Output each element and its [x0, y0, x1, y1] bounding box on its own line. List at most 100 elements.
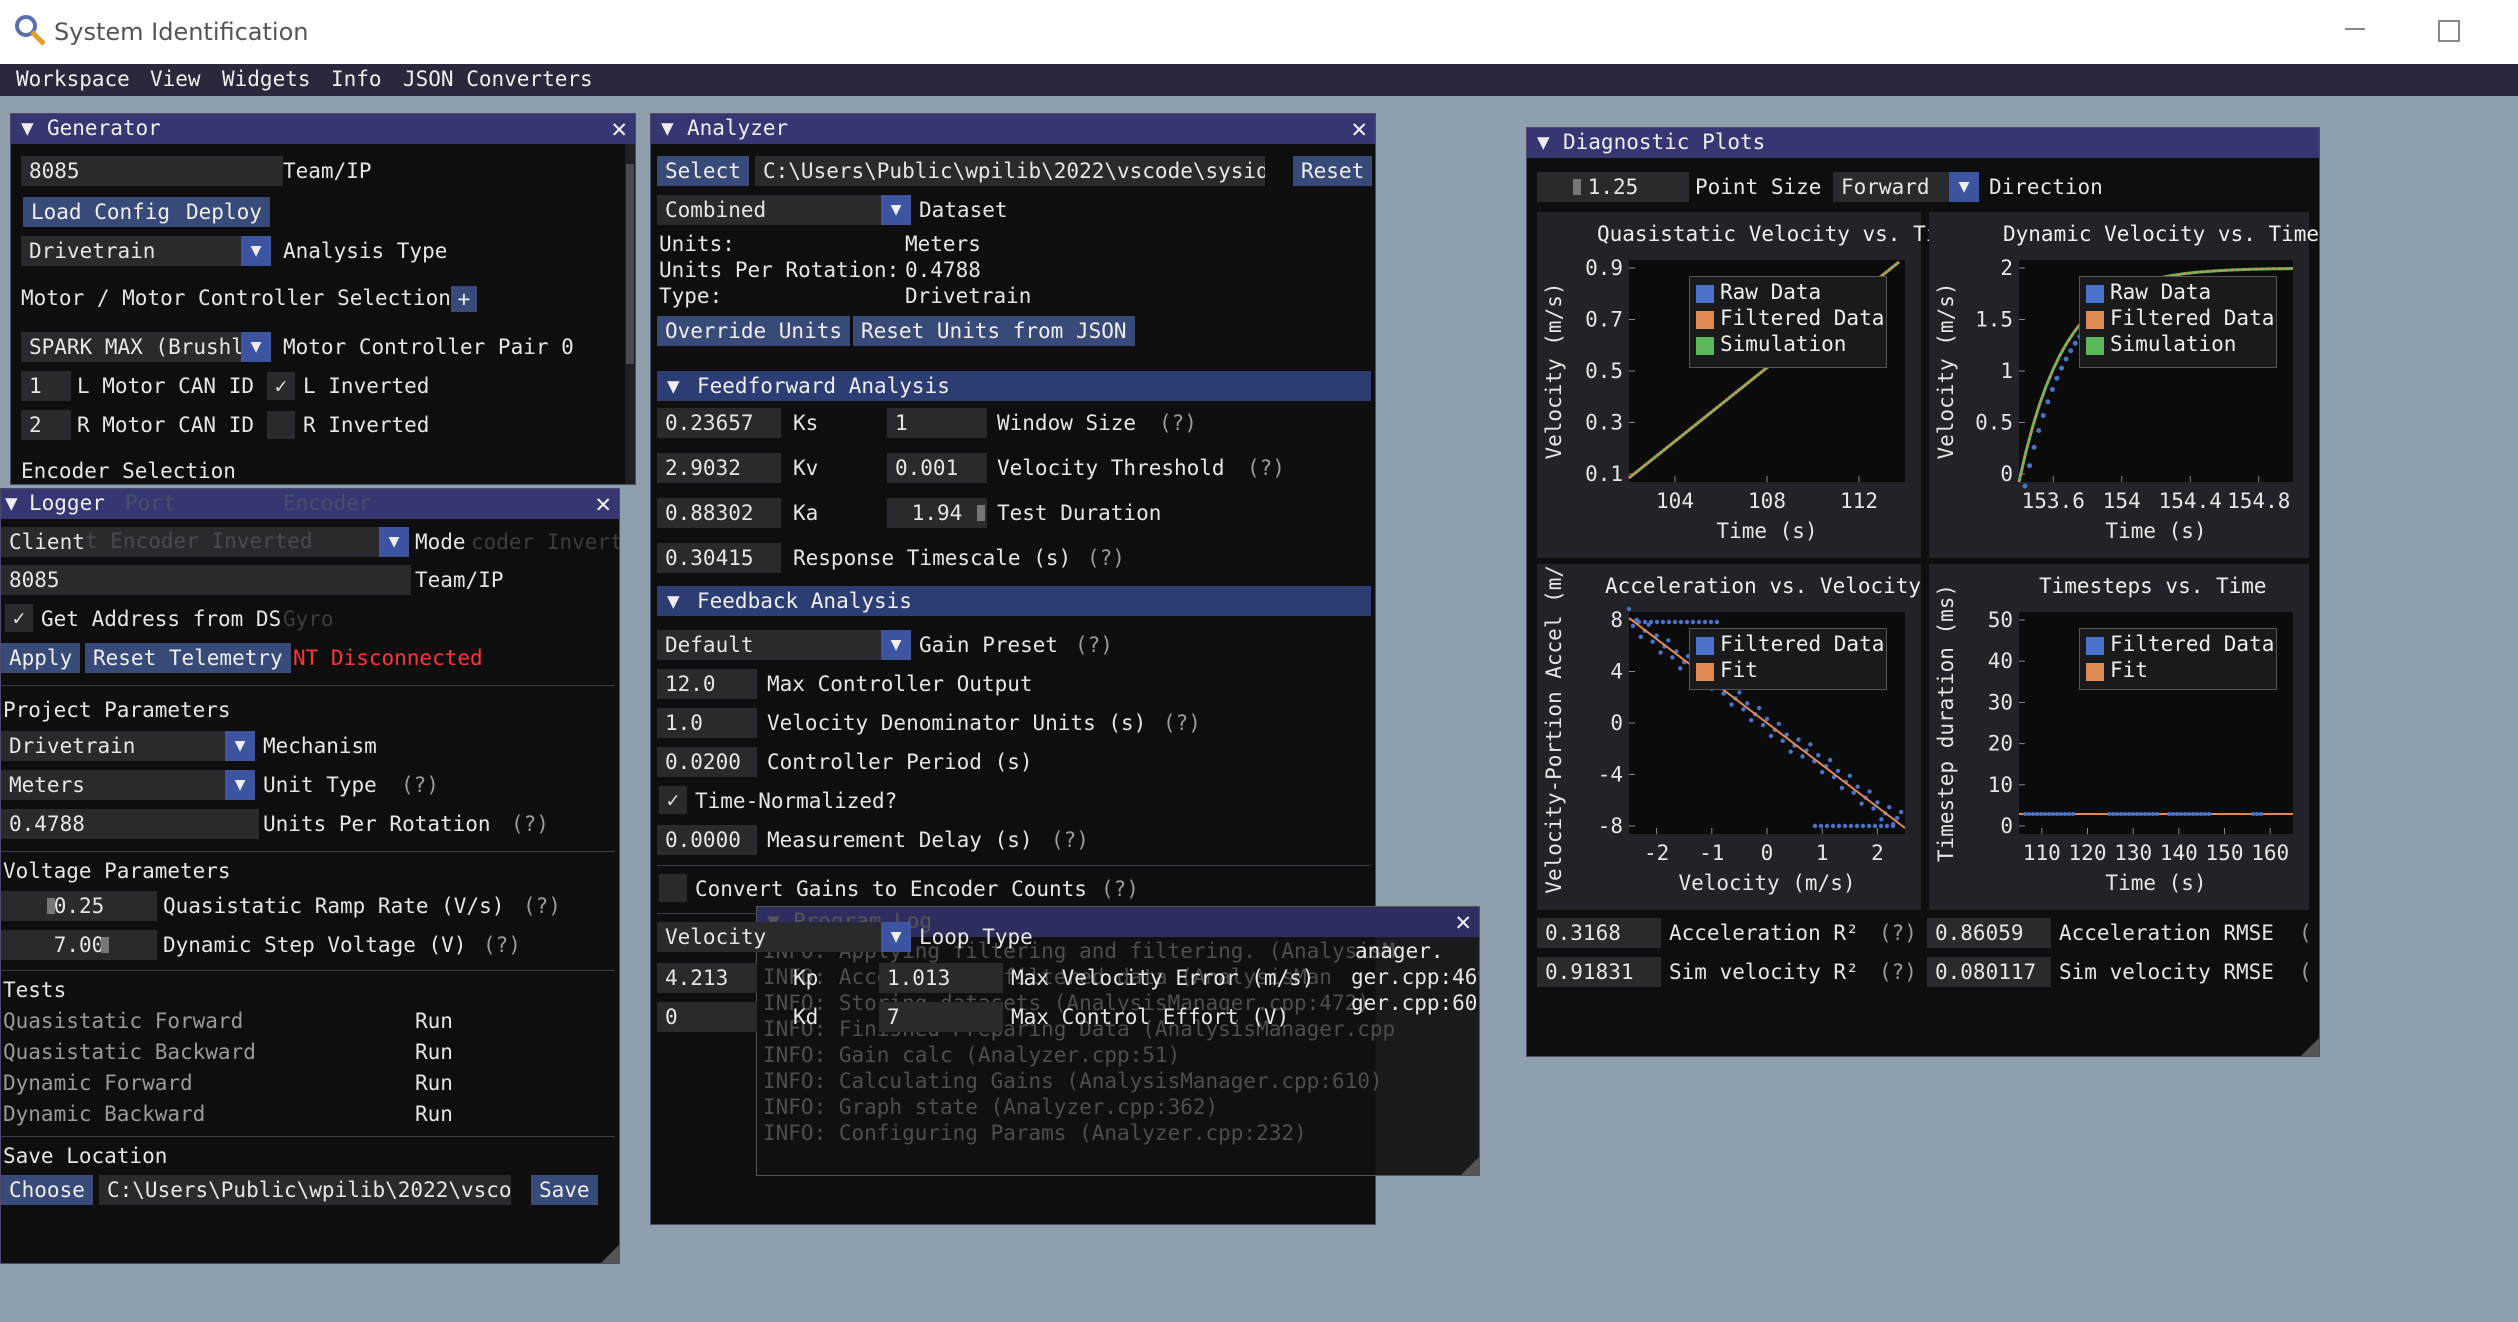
- kv-value[interactable]: 2.9032: [657, 453, 781, 483]
- menu-json-converters[interactable]: JSON Converters: [403, 67, 593, 91]
- override-units-button[interactable]: Override Units: [657, 316, 851, 346]
- collapse-icon[interactable]: ▼: [5, 491, 18, 515]
- dataset-dropdown-icon[interactable]: ▼: [881, 195, 911, 225]
- r-can-id-field[interactable]: 2: [21, 410, 71, 440]
- point-size-grab[interactable]: [1573, 179, 1581, 195]
- run-button[interactable]: Run: [415, 1038, 453, 1066]
- analyzer-path-field[interactable]: C:\Users\Public\wpilib\2022\vscode\sysid…: [755, 156, 1265, 186]
- close-icon[interactable]: ✕: [1455, 907, 1471, 937]
- measurement-delay-field[interactable]: 0.0000: [657, 825, 757, 855]
- reset-telemetry-button[interactable]: Reset Telemetry: [85, 643, 291, 673]
- collapse-icon[interactable]: ▼: [1537, 130, 1550, 154]
- team-ip-field[interactable]: 8085: [21, 156, 283, 186]
- analyzer-header[interactable]: ▼ Analyzer ✕: [651, 114, 1375, 144]
- menu-widgets[interactable]: Widgets: [222, 67, 311, 91]
- timesteps-plot[interactable]: Timesteps vs. Time 110 120 130 140 150 160 50 4…: [1929, 564, 2309, 910]
- kd-value[interactable]: 0: [657, 1002, 757, 1032]
- choose-button[interactable]: Choose: [1, 1175, 93, 1205]
- dynamic-plot[interactable]: Dynamic Velocity vs. Time 153.6 154 154.4 1…: [1929, 212, 2319, 558]
- convert-gains-checkbox[interactable]: [659, 874, 687, 902]
- accel-r2-help[interactable]: (?): [1879, 919, 1917, 947]
- unit-type-select[interactable]: Meters: [1, 770, 229, 800]
- save-button[interactable]: Save: [531, 1175, 598, 1205]
- gain-preset-dropdown-icon[interactable]: ▼: [881, 630, 911, 660]
- close-icon[interactable]: ✕: [1351, 114, 1367, 144]
- sim-r2-value[interactable]: 0.91831: [1537, 957, 1661, 987]
- motor-controller-dropdown-icon[interactable]: ▼: [241, 332, 271, 362]
- accel-r2-value[interactable]: 0.3168: [1537, 918, 1661, 948]
- step-voltage-help[interactable]: (?): [483, 931, 521, 959]
- gain-preset-select[interactable]: Default: [657, 630, 887, 660]
- ramp-rate-slider[interactable]: 0.25: [1, 891, 157, 921]
- r-inverted-checkbox[interactable]: [267, 411, 295, 439]
- window-size-field[interactable]: 1: [887, 408, 987, 438]
- max-vel-error-field[interactable]: 1.013: [879, 963, 1003, 993]
- max-control-effort-field[interactable]: 7: [879, 1002, 1003, 1032]
- run-button[interactable]: Run: [415, 1069, 453, 1097]
- velocity-threshold-field[interactable]: 0.001: [887, 453, 987, 483]
- dataset-select[interactable]: Combined: [657, 195, 887, 225]
- sim-r2-help[interactable]: (?): [1879, 958, 1917, 986]
- unit-type-help[interactable]: (?): [401, 771, 439, 799]
- sim-rmse-value[interactable]: 0.080117: [1927, 957, 2051, 987]
- diagnostic-header[interactable]: ▼ Diagnostic Plots: [1527, 128, 2319, 158]
- menu-info[interactable]: Info: [331, 67, 382, 91]
- run-button[interactable]: Run: [415, 1007, 453, 1035]
- window-size-help[interactable]: (?): [1159, 409, 1197, 437]
- time-normalized-checkbox[interactable]: ✓: [659, 786, 687, 814]
- collapse-icon[interactable]: ▼: [667, 371, 680, 401]
- loop-type-dropdown-icon[interactable]: ▼: [881, 922, 911, 952]
- step-voltage-slider[interactable]: 7.00: [1, 930, 157, 960]
- mechanism-select[interactable]: Drivetrain: [1, 731, 229, 761]
- reset-button[interactable]: Reset: [1293, 156, 1373, 186]
- convert-gains-help[interactable]: (?): [1101, 875, 1139, 903]
- collapse-icon[interactable]: ▼: [667, 586, 680, 616]
- units-per-rotation-help[interactable]: (?): [511, 810, 549, 838]
- analysis-type-select[interactable]: Drivetrain: [21, 236, 251, 266]
- analysis-type-dropdown-icon[interactable]: ▼: [241, 236, 271, 266]
- load-config-button[interactable]: Load Config: [23, 197, 179, 227]
- vel-denom-field[interactable]: 1.0: [657, 708, 757, 738]
- gain-preset-help[interactable]: (?): [1075, 631, 1113, 659]
- save-path-field[interactable]: C:\Users\Public\wpilib\2022\vscoc: [99, 1175, 511, 1205]
- collapse-icon[interactable]: ▼: [661, 116, 674, 140]
- measurement-delay-help[interactable]: (?): [1051, 826, 1089, 854]
- test-duration-grab[interactable]: [977, 505, 985, 521]
- deploy-button[interactable]: Deploy: [178, 197, 270, 227]
- point-size-slider[interactable]: 1.25: [1537, 172, 1689, 202]
- resize-grip[interactable]: [601, 1245, 619, 1263]
- velocity-threshold-help[interactable]: (?): [1247, 454, 1285, 482]
- reset-units-button[interactable]: Reset Units from JSON: [853, 316, 1135, 346]
- controller-period-field[interactable]: 0.0200: [657, 747, 757, 777]
- max-output-field[interactable]: 12.0: [657, 669, 757, 699]
- kp-value[interactable]: 4.213: [657, 963, 757, 993]
- feedforward-section-header[interactable]: ▼ Feedforward Analysis: [657, 371, 1371, 401]
- mechanism-dropdown-icon[interactable]: ▼: [225, 731, 255, 761]
- loop-type-select[interactable]: Velocity: [657, 922, 887, 952]
- unit-type-dropdown-icon[interactable]: ▼: [225, 770, 255, 800]
- acceleration-plot[interactable]: Acceleration vs. Velocity -2 -1 0 1 2 8 4 0 -4 -8…: [1537, 564, 1921, 910]
- test-duration-slider[interactable]: 1.94: [887, 498, 987, 528]
- minimize-icon[interactable]: [2345, 28, 2365, 30]
- ka-value[interactable]: 0.88302: [657, 498, 781, 528]
- run-button[interactable]: Run: [415, 1100, 453, 1128]
- step-voltage-grab[interactable]: [101, 937, 109, 953]
- ramp-rate-help[interactable]: (?): [523, 892, 561, 920]
- logger-team-ip-field[interactable]: 8085: [1, 565, 411, 595]
- resize-grip[interactable]: [1461, 1157, 1479, 1175]
- close-icon[interactable]: ✕: [595, 489, 611, 519]
- logger-header[interactable]: ▼ Logger Port Encoder ✕: [1, 489, 619, 519]
- direction-select[interactable]: Forward: [1833, 172, 1953, 202]
- quasistatic-plot[interactable]: Quasistatic Velocity vs. Ti 104 108 112 0.9…: [1537, 212, 1938, 558]
- select-button[interactable]: Select: [657, 156, 749, 186]
- units-per-rotation-field[interactable]: 0.4788: [1, 809, 259, 839]
- accel-rmse-value[interactable]: 0.86059: [1927, 918, 2051, 948]
- vel-denom-help[interactable]: (?): [1163, 709, 1201, 737]
- ramp-rate-grab[interactable]: [47, 898, 55, 914]
- scrollbar[interactable]: [625, 144, 635, 484]
- apply-button[interactable]: Apply: [1, 643, 81, 673]
- add-motor-button[interactable]: +: [451, 286, 477, 312]
- motor-controller-select[interactable]: SPARK MAX (Brushle: [21, 332, 251, 362]
- get-address-checkbox[interactable]: ✓: [5, 604, 33, 632]
- response-timescale-help[interactable]: (?): [1087, 544, 1125, 572]
